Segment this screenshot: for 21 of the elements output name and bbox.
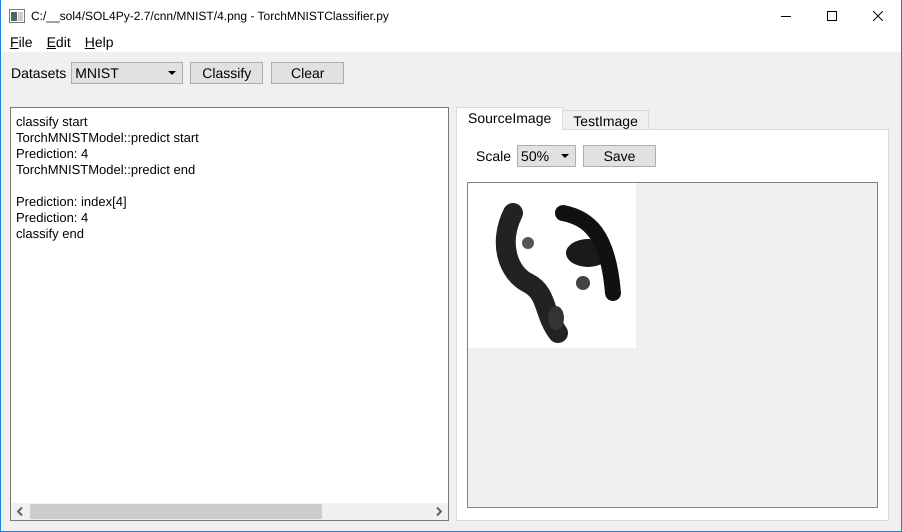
scale-dropdown[interactable]: 50% xyxy=(517,145,576,167)
toolbar-button[interactable]: Classify xyxy=(190,62,264,84)
log-line: Prediction: 4 xyxy=(16,210,88,226)
save-button[interactable]: Save xyxy=(583,145,656,167)
log-line: classify end xyxy=(16,226,84,242)
log-line: classify start xyxy=(16,114,88,130)
log-text-area[interactable]: classify start TorchMNISTModel::predict start Prediction: 4 TorchMNISTModel::predict end Prediction: index[4] Prediction: 4 classify end xyxy=(10,107,449,521)
tab[interactable]: SourceImage xyxy=(456,107,564,130)
menu-item[interactable]: Edit xyxy=(46,32,71,52)
log-line: TorchMNISTModel::predict start xyxy=(16,130,199,146)
tab[interactable]: TestImage xyxy=(562,110,649,130)
window-title: C:/__sol4/SOL4Py-2.7/cnn/MNIST/4.png - TorchMNISTClassifier.py xyxy=(31,8,389,25)
log-line: Prediction: index[4] xyxy=(16,194,127,210)
menu-item[interactable]: File xyxy=(10,32,33,52)
dataset-dropdown[interactable]: MNIST xyxy=(71,62,184,84)
log-line: Prediction: 4 xyxy=(16,146,88,162)
scale-label: Scale xyxy=(476,146,512,166)
log-line: TorchMNISTModel::predict end xyxy=(16,162,196,178)
toolbar-button[interactable]: Clear xyxy=(271,62,344,84)
menu-item[interactable]: Help xyxy=(84,32,114,52)
datasets-label: Datasets xyxy=(11,64,66,82)
